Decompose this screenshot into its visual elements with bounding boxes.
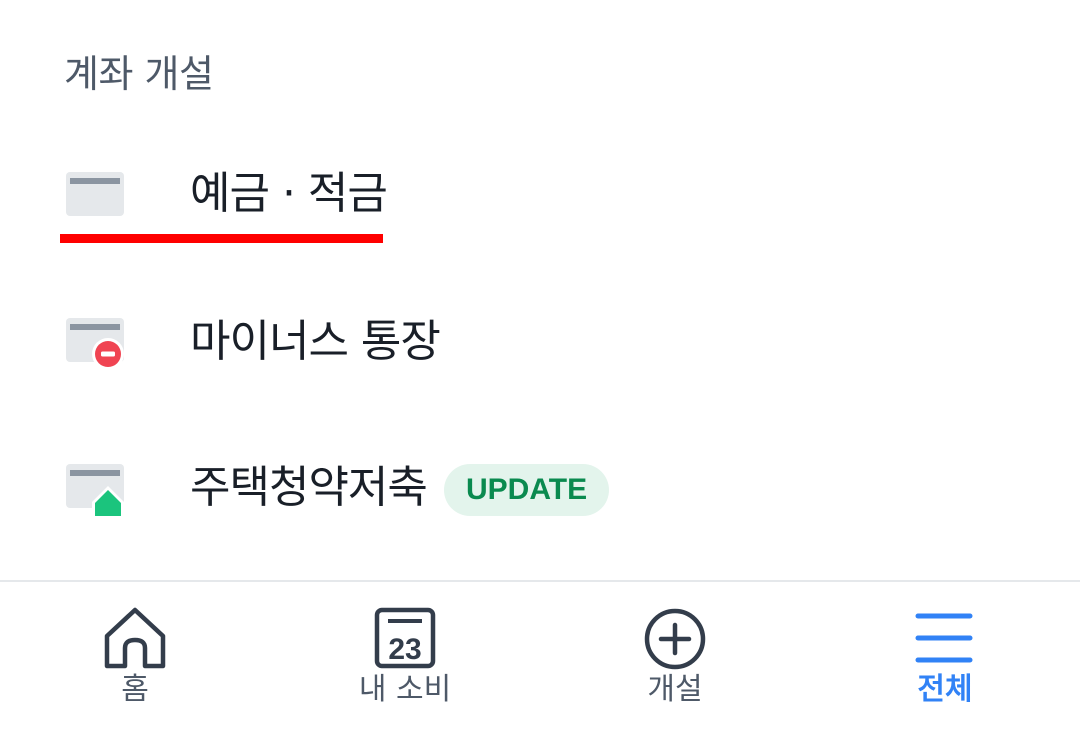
tab-my-spending[interactable]: 23 내 소비 [270,582,540,730]
card-minus-icon [66,318,124,370]
section-title: 계좌 개설 [64,52,214,96]
calendar-icon: 23 [374,607,436,669]
highlight-underline [60,234,383,243]
bottom-tab-bar: 홈 23 내 소비 개설 전체 [0,580,1080,730]
update-badge: UPDATE [444,464,610,516]
tab-label: 개설 [647,672,703,707]
account-open-screen: 계좌 개설 예금 · 적금 마이너스 통장 주택청약저축 UPDATE 홈 23… [0,0,1080,730]
tab-all[interactable]: 전체 [810,582,1080,730]
tab-label: 전체 [917,672,973,707]
menu-item-housing-subscription[interactable]: 주택청약저축 UPDATE [0,430,1080,550]
tab-label: 내 소비 [358,672,452,707]
tab-label: 홈 [121,672,149,707]
menu-item-minus-account[interactable]: 마이너스 통장 [0,282,1080,402]
home-icon [104,607,166,669]
card-icon [66,172,124,216]
tab-open-account[interactable]: 개설 [540,582,810,730]
menu-item-label: 마이너스 통장 [190,316,441,367]
menu-item-label: 주택청약저축 [190,462,428,513]
plus-circle-icon [644,608,706,670]
calendar-date-text: 23 [388,633,421,666]
menu-icon [915,613,973,663]
card-house-icon [66,464,124,518]
menu-item-label: 예금 · 적금 [190,168,388,219]
tab-home[interactable]: 홈 [0,582,270,730]
